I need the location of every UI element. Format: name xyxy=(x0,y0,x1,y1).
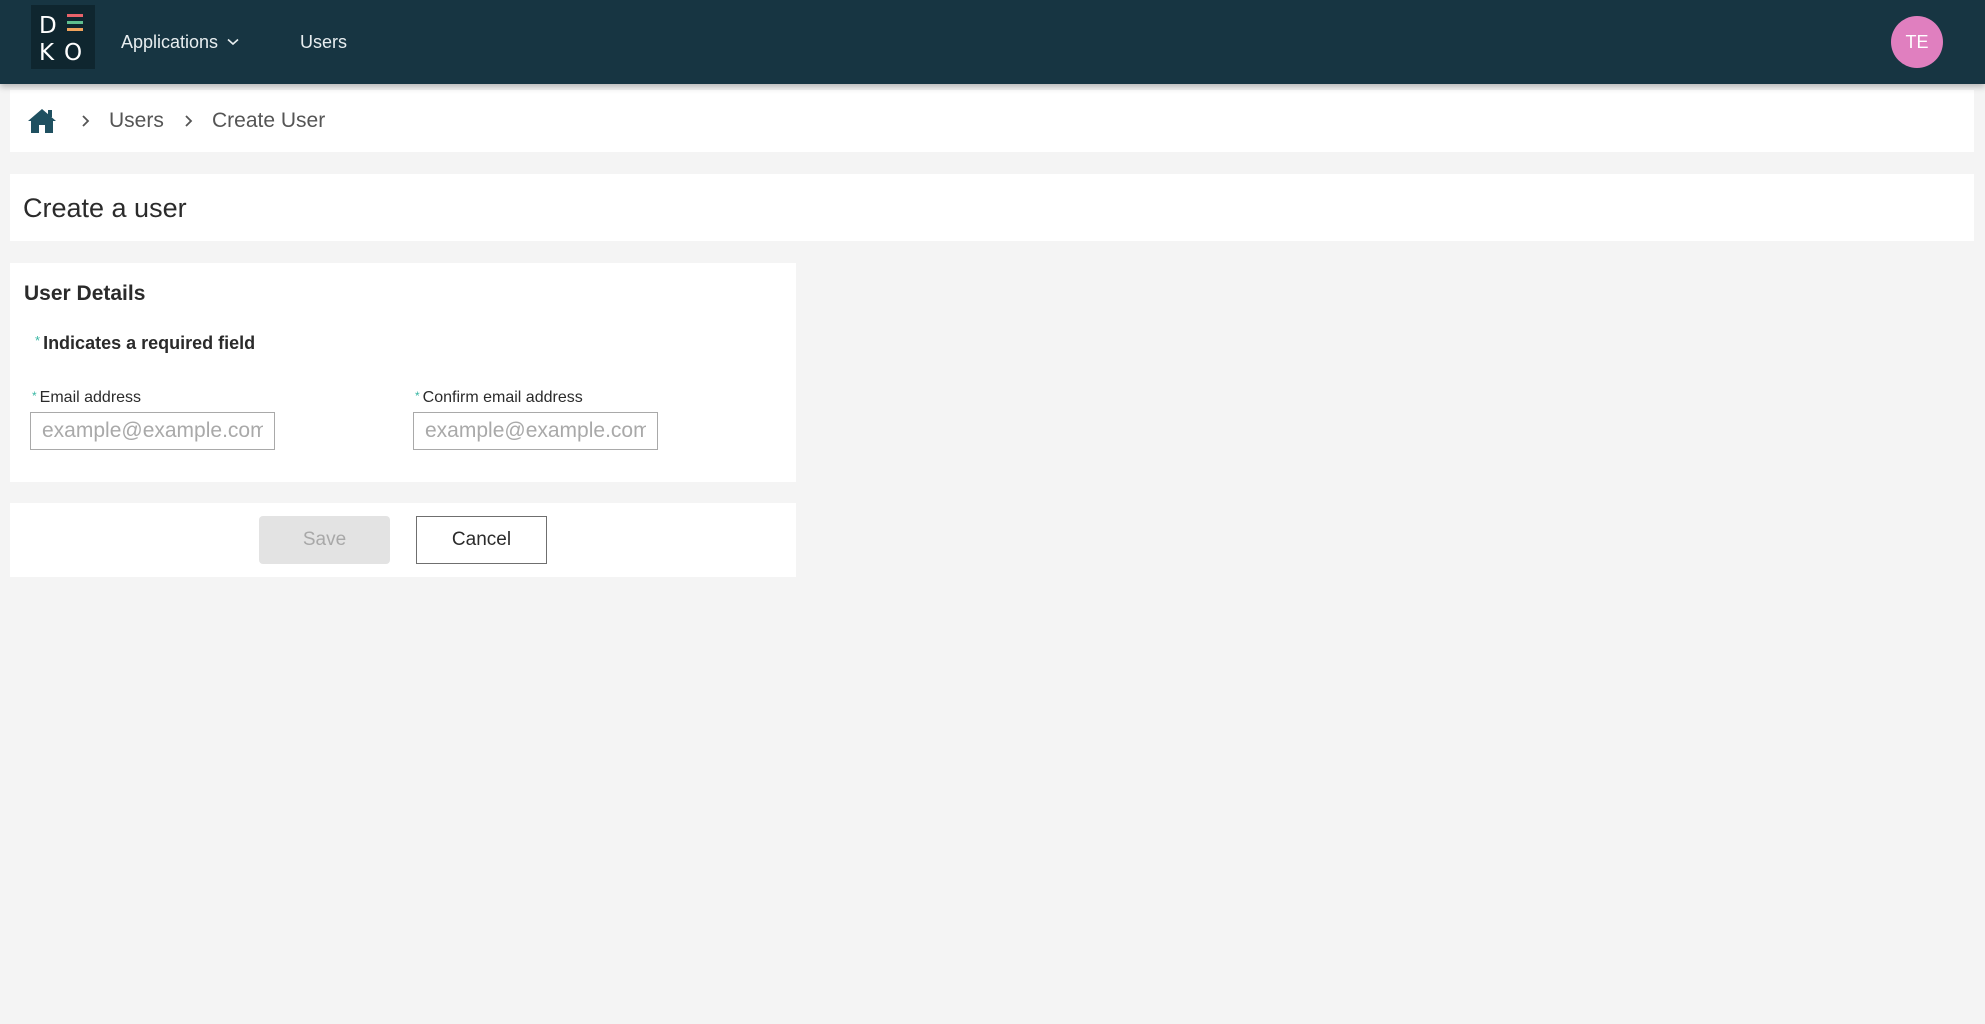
logo-letter-k: K xyxy=(39,40,55,66)
user-details-form: User Details * Indicates a required field… xyxy=(10,263,796,482)
logo-letter-o: O xyxy=(64,40,82,66)
logo-bar-red xyxy=(67,14,83,17)
avatar-initials: TE xyxy=(1905,31,1929,52)
cancel-button[interactable]: Cancel xyxy=(416,516,547,564)
section-title: User Details xyxy=(24,282,146,305)
user-avatar[interactable]: TE xyxy=(1891,16,1943,68)
nav-applications-menu[interactable]: Applications xyxy=(121,0,239,84)
required-asterisk: * xyxy=(35,333,41,348)
home-icon[interactable] xyxy=(26,107,58,135)
nav-users-label: Users xyxy=(300,31,348,52)
nav-applications-label: Applications xyxy=(121,31,219,52)
email-field[interactable] xyxy=(30,412,275,450)
chevron-down-icon xyxy=(227,38,239,46)
required-note-text: Indicates a required field xyxy=(43,333,256,353)
save-button[interactable]: Save xyxy=(259,516,390,564)
page-title: Create a user xyxy=(23,193,187,223)
chevron-right-icon xyxy=(184,114,194,128)
logo-bar-orange xyxy=(67,28,83,31)
top-navigation-bar: D K O Applications Users TE xyxy=(0,0,1985,84)
breadcrumb-current-page: Create User xyxy=(212,109,326,132)
deko-logo-mark: D K O xyxy=(39,13,83,66)
chevron-right-icon xyxy=(81,114,91,128)
deko-logo[interactable]: D K O xyxy=(31,5,95,69)
required-asterisk: * xyxy=(32,389,37,403)
page-title-panel: Create a user xyxy=(10,174,1974,241)
confirm-email-label-text: Confirm email address xyxy=(422,389,583,406)
email-label-text: Email address xyxy=(39,389,142,406)
breadcrumb: Users Create User xyxy=(10,90,1974,152)
nav-users-link[interactable]: Users xyxy=(300,0,347,84)
form-actions: Save Cancel xyxy=(10,503,796,577)
logo-letter-d: D xyxy=(39,13,57,39)
required-asterisk: * xyxy=(415,389,420,403)
confirm-email-label: * Confirm email address xyxy=(415,389,583,407)
breadcrumb-users-link[interactable]: Users xyxy=(109,109,164,133)
confirm-email-field[interactable] xyxy=(413,412,658,450)
email-label: * Email address xyxy=(32,389,141,407)
required-field-note: * Indicates a required field xyxy=(35,333,255,354)
logo-bar-green xyxy=(67,21,83,24)
